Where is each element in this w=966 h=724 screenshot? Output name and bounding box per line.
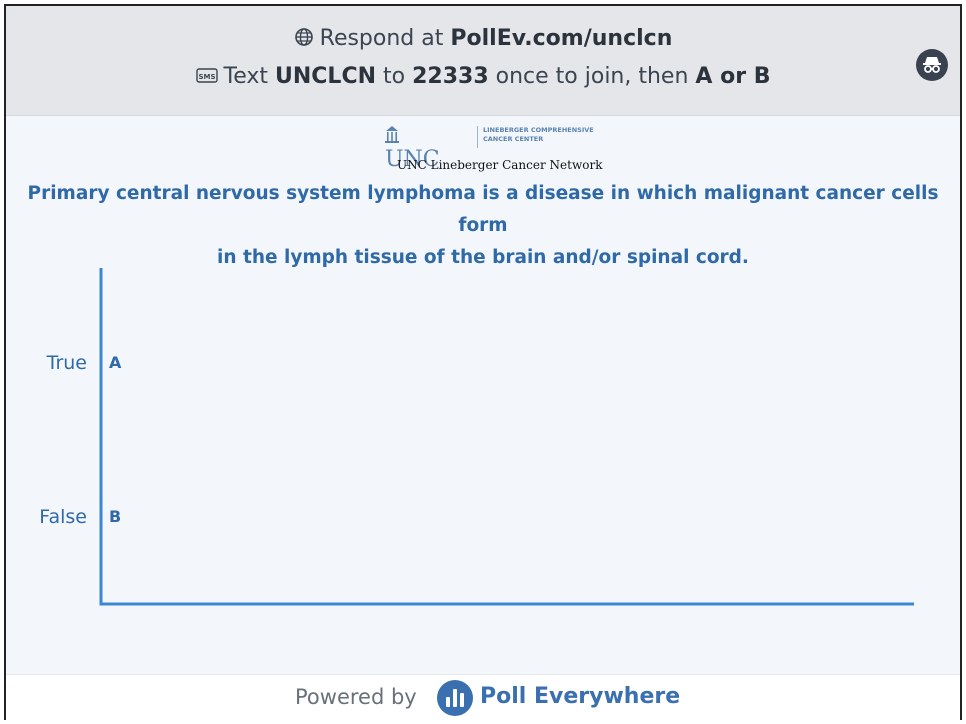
results-chart: True A False B <box>39 268 914 606</box>
svg-text:SMS: SMS <box>198 73 215 81</box>
powered-by-label: Powered by <box>295 685 417 709</box>
join-keyword: UNCLCN <box>275 64 376 89</box>
old-well-icon <box>385 126 399 143</box>
sms-icon: SMS <box>195 66 218 91</box>
option-letter-a: A <box>109 353 122 372</box>
globe-icon <box>294 27 314 53</box>
text-prefix: Text <box>223 64 269 89</box>
network-name: UNC Lineberger Cancer Network <box>397 158 603 172</box>
instructions-header: Respond at PollEv.com/unclcn SMS Text UN… <box>6 6 960 116</box>
incognito-icon[interactable] <box>916 49 948 81</box>
logo-divider <box>477 126 478 148</box>
answer-options: A or B <box>695 64 771 89</box>
poll-url[interactable]: PollEv.com/unclcn <box>450 26 672 51</box>
unc-lineberger-logo: UNC LINEBERGER COMPREHENSIVE CANCER CENTE… <box>381 120 602 178</box>
respond-instruction: Respond at PollEv.com/unclcn <box>6 26 960 53</box>
footer: Powered by Poll Everywhere <box>6 674 960 720</box>
text-to: to <box>383 64 406 89</box>
poll-slide: Respond at PollEv.com/unclcn SMS Text UN… <box>4 4 962 720</box>
respond-prefix: Respond at <box>319 26 444 51</box>
text-instruction: SMS Text UNCLCN to 22333 once to join, t… <box>6 64 960 91</box>
option-letter-b: B <box>109 507 121 526</box>
category-label-true: True <box>46 352 87 374</box>
lineberger-center-name: LINEBERGER COMPREHENSIVE CANCER CENTER <box>483 126 594 143</box>
text-mid: once to join, then <box>495 64 689 89</box>
sms-number: 22333 <box>412 64 489 89</box>
poll-everywhere-brand[interactable]: Poll Everywhere <box>480 684 680 709</box>
poll-everywhere-logo-icon[interactable] <box>436 679 474 717</box>
category-label-false: False <box>39 506 87 528</box>
question-line-1: Primary central nervous system lymphoma … <box>27 183 939 236</box>
